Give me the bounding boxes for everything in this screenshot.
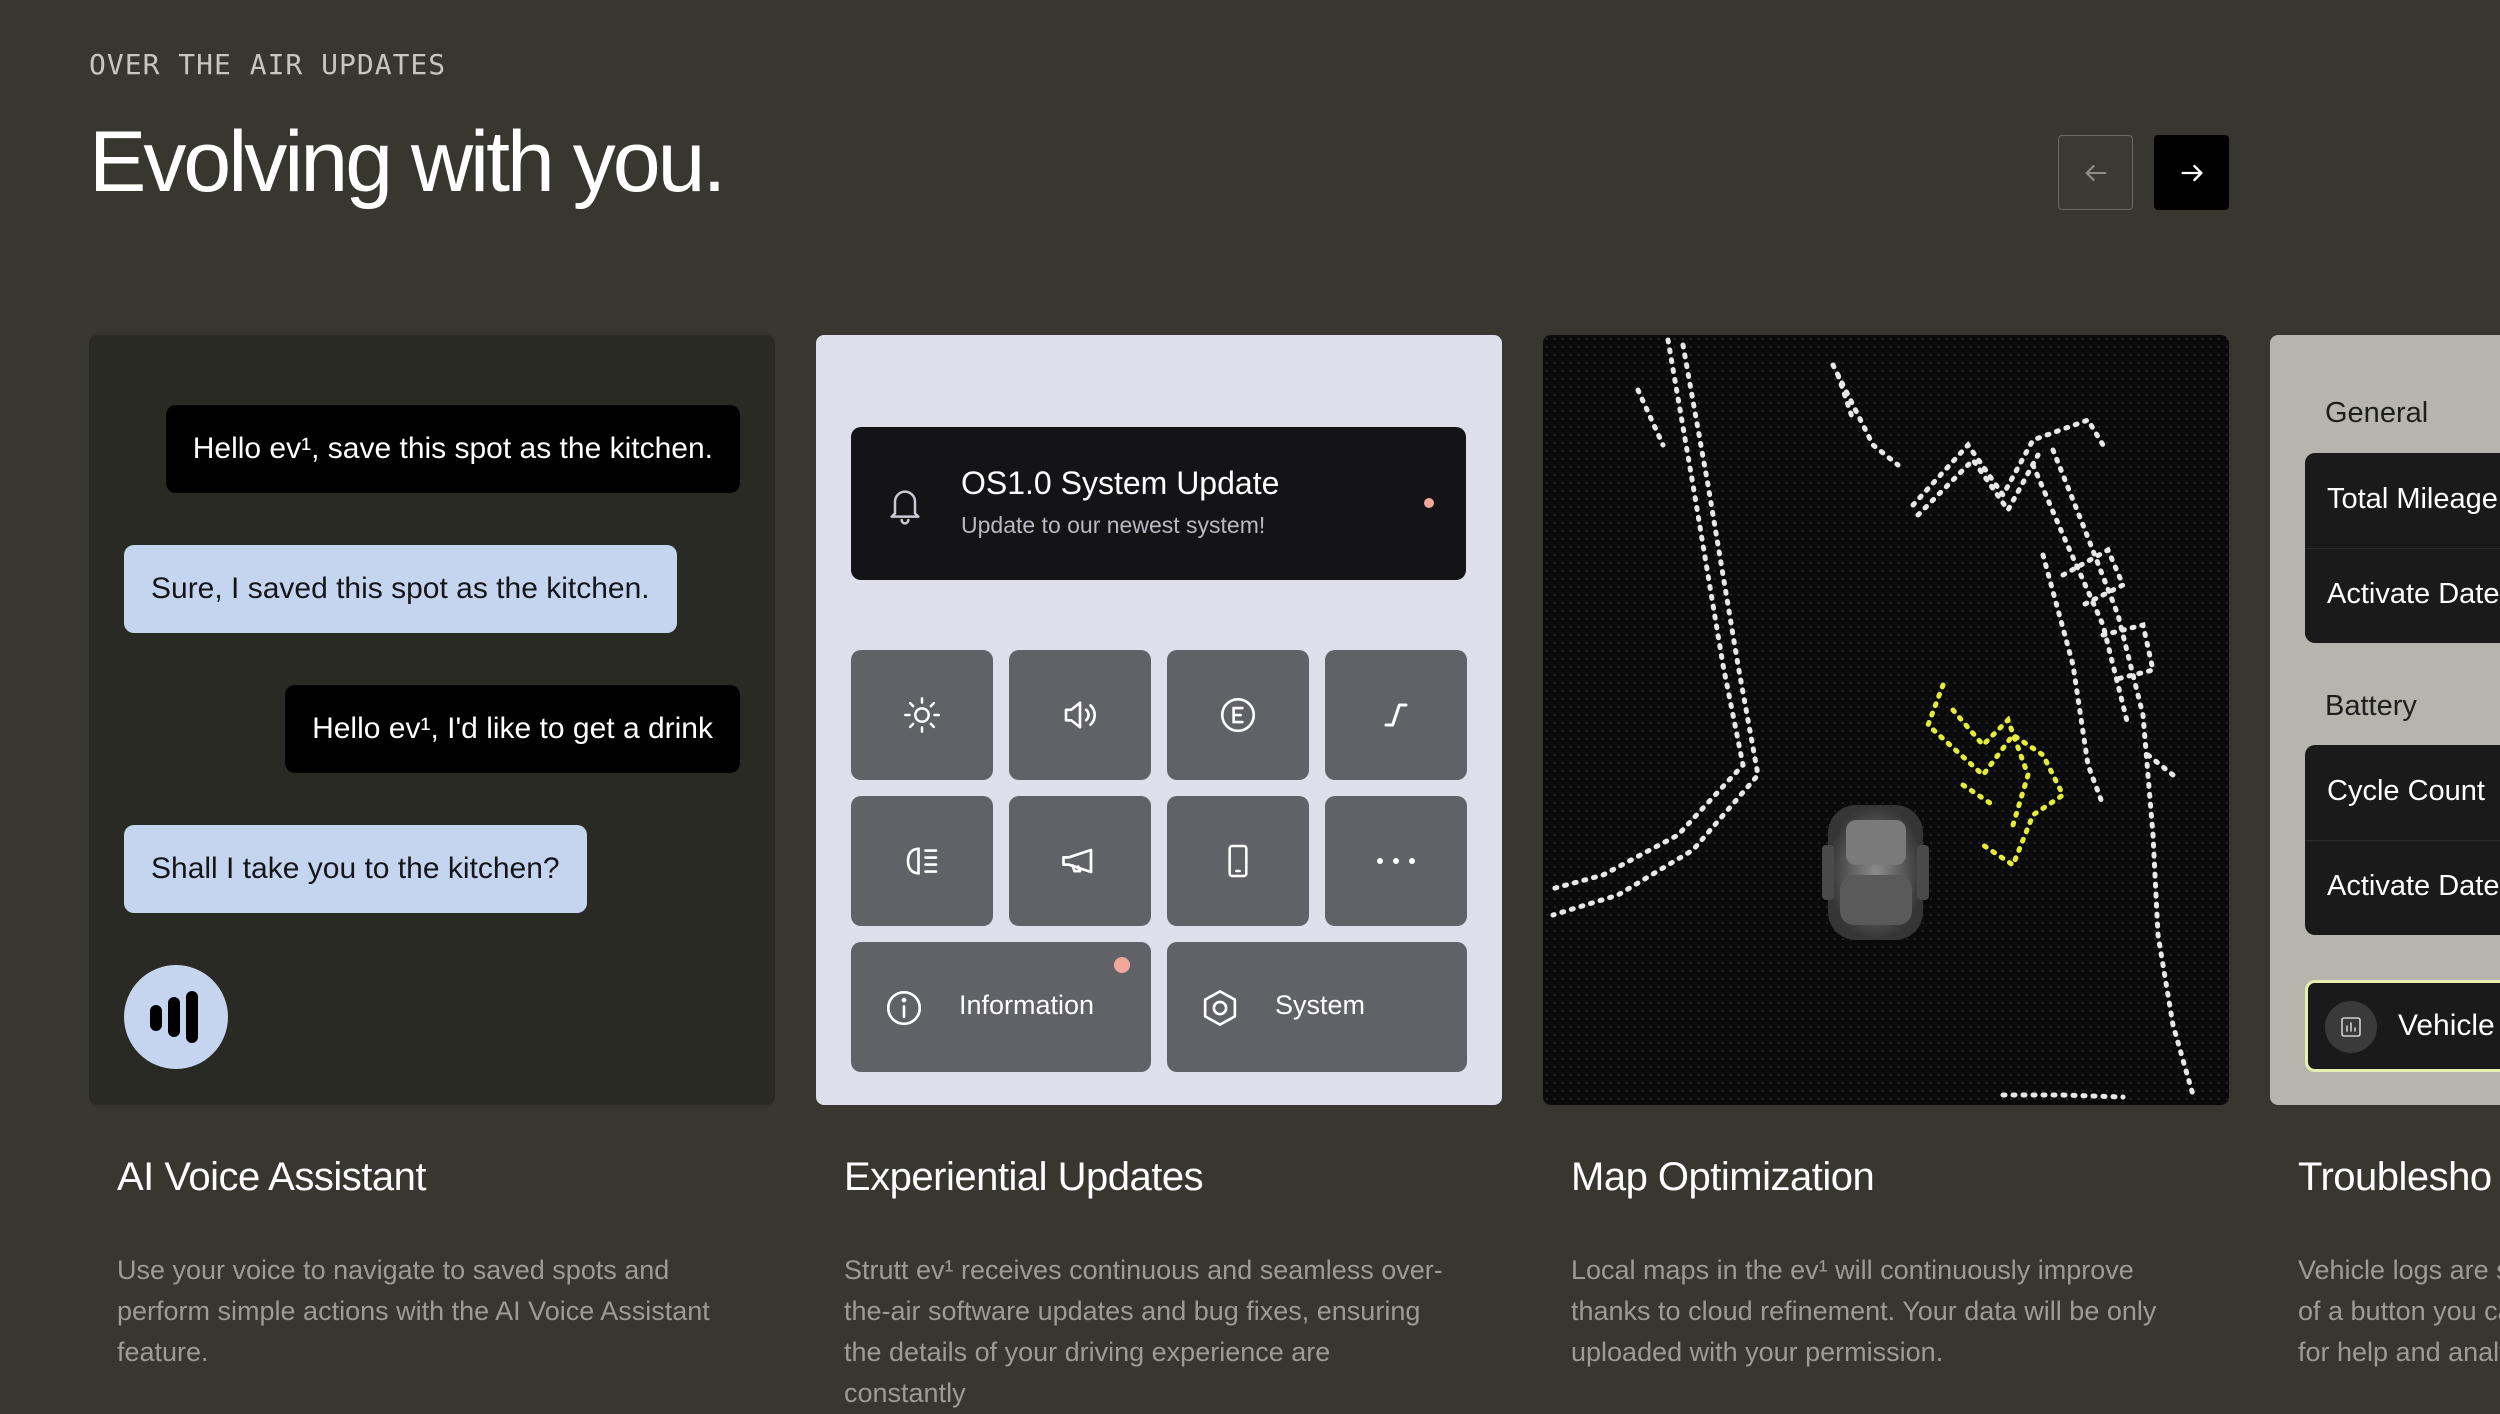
- tile-headlight[interactable]: [851, 796, 993, 926]
- tile-more[interactable]: [1325, 796, 1467, 926]
- section-eyebrow: OVER THE AIR UPDATES: [89, 48, 447, 81]
- tile-horn[interactable]: [1009, 796, 1151, 926]
- row-total-mileage: Total Mileage: [2327, 483, 2498, 515]
- headlight-icon: [906, 847, 938, 875]
- unread-dot-icon: [1424, 498, 1434, 508]
- chat-bubble-assistant: Sure, I saved this spot as the kitchen.: [124, 545, 677, 633]
- more-icon: [1377, 858, 1415, 864]
- tile-system-label: System: [1275, 990, 1366, 1020]
- card-troubleshooting[interactable]: General Total Mileage Activate Date Batt…: [2270, 335, 2500, 1105]
- system-update-notification[interactable]: OS1.0 System Update Update to our newest…: [851, 427, 1466, 580]
- arrow-right-icon: [2181, 164, 2202, 181]
- tile-system[interactable]: System: [1167, 942, 1467, 1072]
- desc-line: of a button you ca: [2298, 1296, 2500, 1326]
- row-activate-date: Activate Date: [2327, 870, 2500, 902]
- card-map-optimization[interactable]: [1543, 335, 2229, 1105]
- brightness-icon: [904, 697, 940, 733]
- vehicle-button-label: Vehicle: [2398, 1009, 2495, 1042]
- tile-information-label: Information: [959, 990, 1095, 1020]
- section-battery: Battery: [2325, 690, 2417, 722]
- arrow-left-icon: [2085, 164, 2106, 181]
- card-experiential-updates[interactable]: OS1.0 System Update Update to our newest…: [816, 335, 1502, 1105]
- card-desc-experiential: Strutt ev¹ receives continuous and seaml…: [844, 1255, 1443, 1408]
- tile-volume[interactable]: [1009, 650, 1151, 780]
- horn-icon: [1062, 848, 1093, 874]
- lidar-map-image: [1543, 335, 2229, 1105]
- unread-dot-icon: [1114, 957, 1130, 973]
- settings-hex-icon: [1203, 990, 1237, 1026]
- notification-title: OS1.0 System Update: [961, 465, 1280, 501]
- logs-chart-icon: [2341, 1017, 2361, 1037]
- volume-icon: [1064, 701, 1097, 729]
- section-headline: Evolving with you.: [89, 114, 726, 210]
- card-desc-ai-voice: Use your voice to navigate to saved spot…: [117, 1255, 710, 1367]
- carousel-next-button[interactable]: [2154, 135, 2229, 210]
- chat-bubble-user: Hello ev¹, I'd like to get a drink: [285, 685, 740, 773]
- tile-brightness[interactable]: [851, 650, 993, 780]
- tile-information[interactable]: Information: [851, 942, 1151, 1072]
- eco-mode-icon: [1220, 697, 1256, 733]
- chat-bubble-assistant: Shall I take you to the kitchen?: [124, 825, 587, 913]
- phone-icon: [1228, 844, 1248, 878]
- card-title-map: Map Optimization: [1571, 1155, 1875, 1199]
- info-icon: [886, 990, 922, 1026]
- row-activate-date: Activate Date: [2327, 578, 2500, 610]
- general-group: Total Mileage Activate Date: [2305, 453, 2500, 643]
- row-cycle-count: Cycle Count: [2327, 775, 2485, 807]
- bell-icon: [890, 490, 920, 525]
- battery-group: Cycle Count Activate Date: [2305, 745, 2500, 935]
- vehicle-logs-button[interactable]: Vehicle: [2305, 980, 2500, 1072]
- assistant-avatar[interactable]: [124, 965, 228, 1069]
- robot-vehicle: [1822, 805, 1929, 940]
- card-desc-troubleshooting: Vehicle logs are s of a button you ca fo…: [2298, 1250, 2500, 1373]
- notification-subtitle: Update to our newest system!: [961, 512, 1266, 538]
- desc-line: Vehicle logs are s: [2298, 1255, 2500, 1285]
- tile-phone[interactable]: [1167, 796, 1309, 926]
- card-title-ai-voice: AI Voice Assistant: [117, 1155, 426, 1199]
- chat-bubble-user: Hello ev¹, save this spot as the kitchen…: [165, 405, 740, 493]
- section-general: General: [2325, 397, 2429, 429]
- logs-icon-wrap: [2325, 1001, 2377, 1053]
- card-ai-voice-assistant[interactable]: Hello ev¹, save this spot as the kitchen…: [89, 335, 775, 1105]
- voice-waveform-icon: [150, 991, 198, 1043]
- card-desc-map: Local maps in the ev¹ will continuously …: [1571, 1255, 2157, 1367]
- carousel-prev-button[interactable]: [2058, 135, 2133, 210]
- card-title-troubleshooting: Troublesho: [2298, 1155, 2492, 1199]
- ramp-icon: [1384, 703, 1408, 727]
- card-title-experiential: Experiential Updates: [844, 1155, 1204, 1199]
- desc-line: for help and analy: [2298, 1337, 2500, 1367]
- tile-eco-mode[interactable]: [1167, 650, 1309, 780]
- tile-ramp[interactable]: [1325, 650, 1467, 780]
